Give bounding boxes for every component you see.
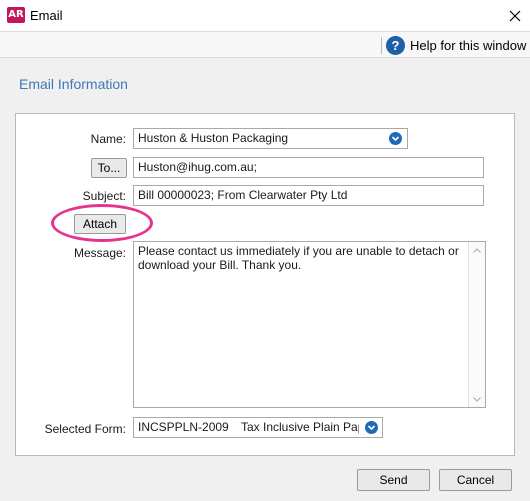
close-icon: [509, 10, 521, 21]
to-button[interactable]: To...: [91, 158, 127, 178]
title-bar: AR Email: [0, 0, 530, 31]
form-code: INCSPPLN-2009: [138, 420, 229, 434]
cancel-button[interactable]: Cancel: [439, 469, 512, 491]
close-button[interactable]: [500, 0, 530, 31]
subject-value: Bill 00000023; From Clearwater Pty Ltd: [138, 188, 348, 202]
form-dropdown-chevron-down-icon[interactable]: [365, 421, 378, 434]
help-label: Help for this window: [410, 38, 527, 53]
selected-form-label: Selected Form:: [44, 422, 126, 436]
section-title: Email Information: [19, 76, 128, 92]
subject-input[interactable]: Bill 00000023; From Clearwater Pty Ltd: [133, 185, 484, 206]
send-button[interactable]: Send: [357, 469, 430, 491]
help-icon: ?: [386, 36, 405, 55]
to-value: Huston@ihug.com.au;: [138, 160, 257, 174]
message-textarea[interactable]: Please contact us immediately if you are…: [133, 241, 486, 408]
help-button[interactable]: ? Help for this window: [386, 35, 526, 56]
name-dropdown-chevron-down-icon[interactable]: [389, 132, 402, 145]
toolbar: ? Help for this window: [0, 31, 530, 58]
app-logo-icon: AR: [7, 7, 25, 23]
message-text: Please contact us immediately if you are…: [138, 244, 459, 272]
attach-button[interactable]: Attach: [74, 214, 126, 234]
message-label: Message:: [73, 246, 126, 260]
scroll-down-icon[interactable]: [469, 391, 485, 407]
name-dropdown[interactable]: Huston & Huston Packaging: [133, 128, 408, 149]
message-scrollbar[interactable]: [468, 242, 485, 407]
scroll-up-icon[interactable]: [469, 242, 485, 258]
window-title: Email: [30, 8, 63, 23]
form-name: Tax Inclusive Plain Paper: [241, 420, 359, 434]
name-label: Name:: [90, 132, 126, 146]
to-input[interactable]: Huston@ihug.com.au;: [133, 157, 484, 178]
toolbar-separator: [381, 37, 382, 54]
selected-form-dropdown[interactable]: INCSPPLN-2009 Tax Inclusive Plain Paper: [133, 417, 383, 438]
subject-label: Subject:: [82, 189, 126, 203]
name-value: Huston & Huston Packaging: [138, 131, 289, 145]
